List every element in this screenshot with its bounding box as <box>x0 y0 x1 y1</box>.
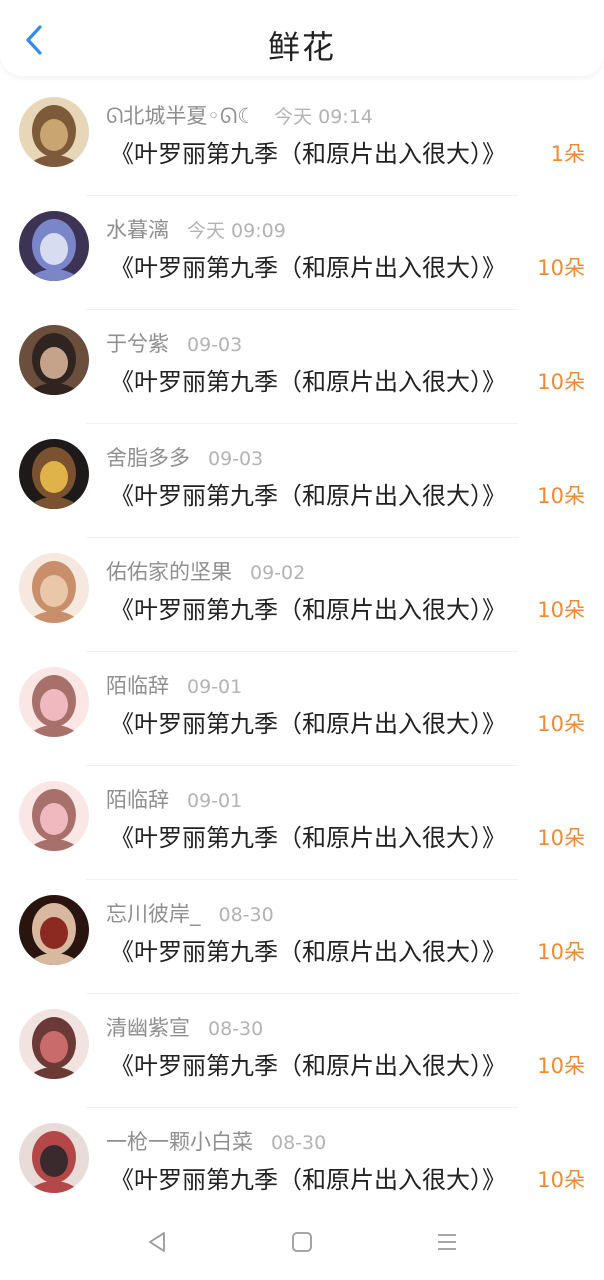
item-message: 《叶罗丽第九季（和原片出入很大）》 <box>110 596 506 624</box>
avatar[interactable] <box>19 439 89 509</box>
timestamp: 09-01 <box>187 676 243 698</box>
item-meta: 陌临辞 09-01 <box>106 670 243 698</box>
flower-count: 10朵 <box>537 370 585 394</box>
avatar-image <box>19 211 89 281</box>
user-name[interactable]: 于兮紫 <box>106 328 169 358</box>
flower-count: 10朵 <box>537 1054 585 1078</box>
nav-home-button[interactable] <box>282 1222 322 1262</box>
flower-count: 10朵 <box>537 826 585 850</box>
item-meta: 水暮漓 今天 09:09 <box>106 214 286 242</box>
triangle-back-icon <box>149 1232 165 1252</box>
user-name[interactable]: 一枪一颗小白菜 <box>106 1126 253 1156</box>
list-item[interactable]: 清幽紫宣 08-30 《叶罗丽第九季（和原片出入很大）》 10朵 <box>0 994 604 1108</box>
user-name[interactable]: 忘川彼岸_ <box>106 898 201 928</box>
item-meta: 佑佑家的坚果 09-02 <box>106 556 306 584</box>
list-item[interactable]: 忘川彼岸_ 08-30 《叶罗丽第九季（和原片出入很大）》 10朵 <box>0 880 604 994</box>
item-message: 《叶罗丽第九季（和原片出入很大）》 <box>110 1166 506 1194</box>
avatar-image <box>19 325 89 395</box>
avatar-image <box>19 439 89 509</box>
user-name[interactable]: 水暮漓 <box>106 214 169 244</box>
user-name[interactable]: 佑佑家的坚果 <box>106 556 232 586</box>
avatar[interactable] <box>19 667 89 737</box>
avatar-image <box>19 1123 89 1193</box>
item-meta: 于兮紫 09-03 <box>106 328 243 356</box>
avatar[interactable] <box>19 781 89 851</box>
item-meta: 一枪一颗小白菜 08-30 <box>106 1126 327 1154</box>
flower-count: 10朵 <box>537 712 585 736</box>
hamburger-menu-icon <box>438 1234 456 1250</box>
item-meta: 忘川彼岸_ 08-30 <box>106 898 274 926</box>
avatar-image <box>19 1009 89 1079</box>
user-name[interactable]: ᘏ北城半夏◦ᘏ☾ <box>106 100 256 130</box>
system-nav-bar <box>0 1204 604 1280</box>
item-message: 《叶罗丽第九季（和原片出入很大）》 <box>110 140 506 168</box>
flower-count: 10朵 <box>537 256 585 280</box>
user-name[interactable]: 陌临辞 <box>106 670 169 700</box>
flower-count: 10朵 <box>537 940 585 964</box>
timestamp: 08-30 <box>218 904 274 926</box>
nav-back-button[interactable] <box>137 1222 177 1262</box>
list-item[interactable]: 水暮漓 今天 09:09 《叶罗丽第九季（和原片出入很大）》 10朵 <box>0 196 604 310</box>
item-message: 《叶罗丽第九季（和原片出入很大）》 <box>110 368 506 396</box>
avatar-image <box>19 97 89 167</box>
avatar-image <box>19 781 89 851</box>
timestamp: 09-03 <box>208 448 264 470</box>
page-title: 鲜花 <box>267 28 336 66</box>
avatar[interactable] <box>19 211 89 281</box>
item-meta: 舍脂多多 09-03 <box>106 442 264 470</box>
timestamp: 08-30 <box>271 1132 327 1154</box>
avatar[interactable] <box>19 553 89 623</box>
list-item[interactable]: ᘏ北城半夏◦ᘏ☾ 今天 09:14 《叶罗丽第九季（和原片出入很大）》 1朵 <box>0 82 604 196</box>
list-item[interactable]: 陌临辞 09-01 《叶罗丽第九季（和原片出入很大）》 10朵 <box>0 766 604 880</box>
top-header: 鲜花 <box>0 0 604 76</box>
item-message: 《叶罗丽第九季（和原片出入很大）》 <box>110 824 506 852</box>
avatar-image <box>19 895 89 965</box>
item-meta: 陌临辞 09-01 <box>106 784 243 812</box>
list-item[interactable]: 于兮紫 09-03 《叶罗丽第九季（和原片出入很大）》 10朵 <box>0 310 604 424</box>
timestamp: 今天 09:14 <box>274 106 373 128</box>
user-name[interactable]: 舍脂多多 <box>106 442 190 472</box>
item-message: 《叶罗丽第九季（和原片出入很大）》 <box>110 938 506 966</box>
user-name[interactable]: 清幽紫宣 <box>106 1012 190 1042</box>
avatar[interactable] <box>19 895 89 965</box>
timestamp: 09-01 <box>187 790 243 812</box>
avatar-image <box>19 667 89 737</box>
timestamp: 08-30 <box>208 1018 264 1040</box>
nav-menu-button[interactable] <box>427 1222 467 1262</box>
timestamp: 09-03 <box>187 334 243 356</box>
list-item[interactable]: 舍脂多多 09-03 《叶罗丽第九季（和原片出入很大）》 10朵 <box>0 424 604 538</box>
user-name[interactable]: 陌临辞 <box>106 784 169 814</box>
avatar[interactable] <box>19 97 89 167</box>
square-home-icon <box>292 1232 312 1252</box>
avatar[interactable] <box>19 1123 89 1193</box>
avatar[interactable] <box>19 1009 89 1079</box>
list-item[interactable]: 佑佑家的坚果 09-02 《叶罗丽第九季（和原片出入很大）》 10朵 <box>0 538 604 652</box>
item-message: 《叶罗丽第九季（和原片出入很大）》 <box>110 710 506 738</box>
timestamp: 今天 09:09 <box>187 220 286 242</box>
list-item[interactable]: 陌临辞 09-01 《叶罗丽第九季（和原片出入很大）》 10朵 <box>0 652 604 766</box>
avatar[interactable] <box>19 325 89 395</box>
flower-count: 1朵 <box>550 142 585 166</box>
flower-count: 10朵 <box>537 1168 585 1192</box>
flower-count: 10朵 <box>537 484 585 508</box>
timestamp: 09-02 <box>250 562 306 584</box>
flower-list: ᘏ北城半夏◦ᘏ☾ 今天 09:14 《叶罗丽第九季（和原片出入很大）》 1朵 水暮漓 今天… <box>0 82 604 1222</box>
avatar-image <box>19 553 89 623</box>
item-message: 《叶罗丽第九季（和原片出入很大）》 <box>110 1052 506 1080</box>
flower-count: 10朵 <box>537 598 585 622</box>
item-message: 《叶罗丽第九季（和原片出入很大）》 <box>110 482 506 510</box>
item-meta: 清幽紫宣 08-30 <box>106 1012 264 1040</box>
item-message: 《叶罗丽第九季（和原片出入很大）》 <box>110 254 506 282</box>
item-meta: ᘏ北城半夏◦ᘏ☾ 今天 09:14 <box>106 100 373 128</box>
